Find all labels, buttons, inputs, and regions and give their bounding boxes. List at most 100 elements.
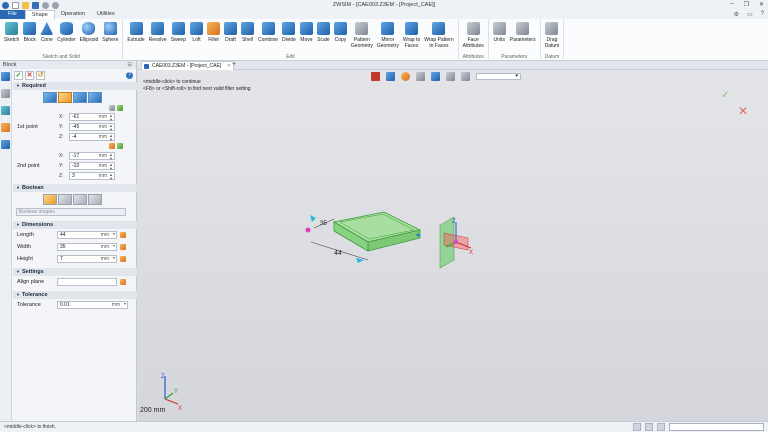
pick-point-icon[interactable] <box>117 143 123 149</box>
window-icon[interactable]: ▭ <box>747 11 753 18</box>
spinner-icon[interactable]: ▲ ▼ <box>109 163 113 171</box>
section-settings[interactable]: ▼ Settings <box>13 268 137 276</box>
section-tolerance[interactable]: ▼ Tolerance <box>13 291 137 299</box>
view-icon[interactable] <box>1 123 10 132</box>
point1-label: 1st point <box>17 124 38 130</box>
group-attributes: Face Attributes Attributes <box>459 19 489 61</box>
align-plane-field[interactable] <box>57 278 117 286</box>
layers-icon[interactable] <box>1 106 10 115</box>
width-field[interactable]: 35 mm ▾ <box>57 243 117 251</box>
corner-handle[interactable] <box>305 227 311 233</box>
sphere-icon <box>103 22 117 35</box>
block-type-1-button[interactable] <box>43 92 57 103</box>
triad-x-label: X <box>469 250 473 256</box>
units-icon <box>492 22 506 35</box>
section-boolean[interactable]: ▼ Boolean <box>13 184 137 192</box>
gear-icon[interactable]: ⚙ <box>734 11 739 18</box>
snap-icon[interactable] <box>109 105 115 111</box>
point2-z-field[interactable]: 3 mm ▲ ▼ <box>69 172 115 180</box>
boolean-type-row <box>13 192 137 207</box>
tab-utilities[interactable]: Utilities <box>91 10 121 19</box>
section-required[interactable]: ▼ Required <box>13 82 137 90</box>
world-x-label: X <box>178 406 182 412</box>
3d-viewport[interactable]: ▾ <middle-click> to continue <F8> or <Sh… <box>138 70 768 421</box>
block-type-3-button[interactable] <box>73 92 87 103</box>
dropdown-icon[interactable]: ▾ <box>113 256 115 260</box>
dropdown-icon[interactable]: ▾ <box>124 302 126 306</box>
point1-z-field[interactable]: -4 mm ▲ ▼ <box>69 133 115 141</box>
history-icon[interactable] <box>1 72 10 81</box>
divide-icon <box>282 22 296 35</box>
drag-handle-icon[interactable] <box>310 215 316 222</box>
dropdown-icon[interactable]: ▾ <box>113 232 115 236</box>
status-icons <box>633 423 764 431</box>
tab-shape[interactable]: Shape <box>24 10 55 19</box>
world-z-label: Z <box>161 374 165 380</box>
align-picker-icon[interactable] <box>120 279 126 285</box>
tab-operation[interactable]: Operation <box>55 10 91 19</box>
ortho-toggle-icon[interactable] <box>657 423 665 431</box>
boolean-base-button[interactable] <box>43 194 57 205</box>
shape-type-row <box>13 90 137 104</box>
lock-icon[interactable] <box>120 244 126 250</box>
spinner-icon[interactable]: ▲ ▼ <box>109 114 113 122</box>
snap-toggle-icon[interactable] <box>645 423 653 431</box>
height-field[interactable]: 7 mm ▾ <box>57 255 117 263</box>
lock-icon[interactable] <box>120 232 126 238</box>
draft-icon <box>224 22 237 35</box>
block-type-4-button[interactable] <box>88 92 102 103</box>
properties-icon[interactable] <box>1 140 10 149</box>
grid-toggle-icon[interactable] <box>633 423 641 431</box>
form-actions: ✓ ✕ ↺ ? <box>13 69 137 81</box>
spinner-icon[interactable]: ▲ ▼ <box>109 124 113 132</box>
dropdown-icon[interactable]: ▾ <box>113 244 115 248</box>
block-preview[interactable] <box>332 211 422 252</box>
group-edit: Extrude Revolve Sweep Loft Fillet Draft … <box>123 19 459 61</box>
width-row: Width 35 mm ▾ <box>13 241 137 253</box>
tree-icon[interactable] <box>1 89 10 98</box>
point2-x-field[interactable]: -17 mm ▲ ▼ <box>69 152 115 160</box>
minimize-icon[interactable]: – <box>730 1 733 8</box>
point1-y-field[interactable]: -45 mm ▲ ▼ <box>69 123 115 131</box>
dimension-44[interactable]: 44 <box>334 250 342 257</box>
pin-icon[interactable]: ⊟ <box>127 61 132 69</box>
cylinder-icon <box>59 22 73 35</box>
dimension-35[interactable]: 35 <box>320 221 327 227</box>
boolean-intersect-button[interactable] <box>88 194 102 205</box>
apply-button[interactable]: ↺ <box>36 70 45 80</box>
length-field[interactable]: 44 mm ▾ <box>57 231 117 239</box>
point1-tools-row <box>13 104 137 112</box>
spinner-icon[interactable]: ▲ ▼ <box>109 173 113 181</box>
block-type-2-button[interactable] <box>58 92 72 103</box>
pick-point-icon[interactable] <box>117 105 123 111</box>
corner-handle[interactable] <box>416 233 420 237</box>
restore-icon[interactable]: ❐ <box>744 1 749 8</box>
close-tab-icon[interactable]: × <box>227 62 230 70</box>
add-tab-button[interactable]: + <box>232 61 236 69</box>
lock-icon[interactable] <box>120 256 126 262</box>
help-button[interactable]: ? <box>126 72 133 79</box>
combine-icon <box>261 22 275 35</box>
boolean-shapes-field[interactable]: Boolean shapes <box>16 208 126 216</box>
tab-file[interactable]: File <box>0 10 25 19</box>
boolean-add-button[interactable] <box>58 194 72 205</box>
cancel-button[interactable]: ✕ <box>25 70 34 80</box>
group-sketch-solid: Sketch Block Cone Cylinder Ellipsoid Sph… <box>0 19 124 61</box>
shape-type-buttons <box>43 92 102 103</box>
section-dimensions[interactable]: ▼ Dimensions <box>13 221 137 229</box>
close-icon[interactable]: ✕ <box>759 1 764 8</box>
spinner-icon[interactable]: ▲ ▼ <box>109 134 113 142</box>
boolean-remove-button[interactable] <box>73 194 87 205</box>
point2-z-row: Z: 3 mm ▲ ▼ <box>59 172 115 181</box>
window-title: ZWSIM - [CAE003.Z3EM - [Project_CAE]] <box>332 2 436 8</box>
point1-x-field[interactable]: -61 mm ▲ ▼ <box>69 113 115 121</box>
ok-button[interactable]: ✓ <box>14 70 23 80</box>
help-icon[interactable]: ? <box>761 11 764 18</box>
point2-y-field[interactable]: -10 mm ▲ ▼ <box>69 162 115 170</box>
spinner-icon[interactable]: ▲ ▼ <box>109 153 113 161</box>
drag-handle-icon[interactable] <box>356 258 364 263</box>
command-input[interactable] <box>669 423 764 431</box>
tolerance-field[interactable]: 0.01 mm ▾ <box>57 301 128 309</box>
snap-active-icon[interactable] <box>109 143 115 149</box>
document-tab[interactable]: CAE003.Z3EM - [Project_CAE] × <box>141 61 235 70</box>
